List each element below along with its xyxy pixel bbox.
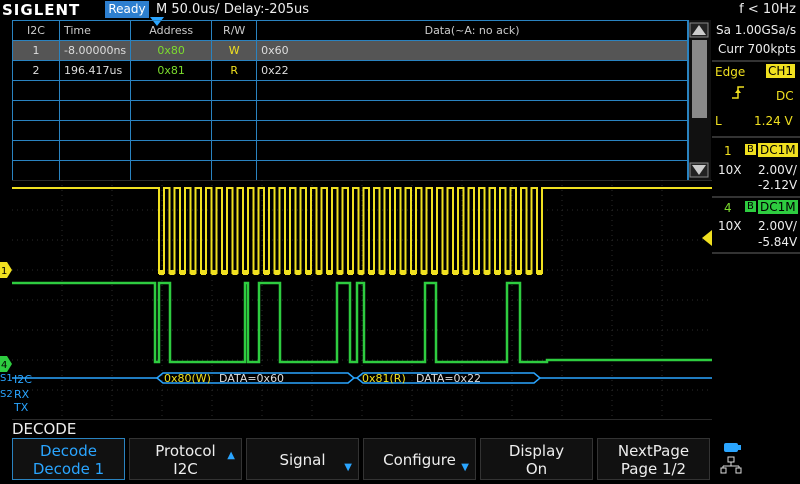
chevron-down-icon: ▼	[344, 462, 352, 473]
ch1-bw-limit-badge: B	[745, 144, 756, 155]
softkey-line1: Display	[508, 442, 565, 460]
column-header-data: Data(~A: no ack)	[256, 20, 688, 41]
scroll-down-icon[interactable]	[689, 162, 709, 178]
ch4-coupling-badge[interactable]: DC1M	[758, 200, 798, 214]
chevron-down-icon: ▼	[461, 462, 469, 473]
ch1-offset-readout: -2.12V	[758, 178, 798, 192]
decode-frame-1-address: 0x80(W)	[164, 372, 211, 385]
table-row	[12, 160, 688, 181]
softkey-line2: Page 1/2	[620, 460, 687, 478]
decode-frame-2-data: DATA=0x22	[416, 372, 481, 385]
ch4-bw-limit-badge: B	[745, 201, 756, 212]
display-softkey[interactable]: Display On	[480, 438, 593, 480]
softkey-line2: I2C	[173, 460, 198, 478]
ch1-vdiv-readout: 2.00V/	[758, 163, 797, 177]
ch4-offset-readout: -5.84V	[758, 235, 798, 249]
decode-frame-1-data: DATA=0x60	[219, 372, 284, 385]
svg-text:1: 1	[1, 266, 7, 277]
table-scrollbar[interactable]	[688, 20, 711, 180]
system-status-icons	[718, 440, 798, 480]
softkey-line1: NextPage	[617, 442, 690, 460]
table-row[interactable]: 2 196.417us 0x81 R 0x22	[12, 60, 688, 81]
network-icon	[720, 456, 742, 474]
chevron-up-icon: ▲	[227, 450, 235, 461]
trigger-coupling-readout: DC	[776, 89, 794, 103]
row-address: 0x81	[130, 60, 213, 81]
table-header-row: I2C Time Address R/W Data(~A: no ack)	[12, 20, 688, 41]
trigger-level-readout: 1.24 V	[754, 114, 793, 128]
svg-text:4: 4	[1, 360, 7, 371]
ch4-probe-readout: 10X	[718, 219, 742, 233]
next-page-softkey[interactable]: NextPage Page 1/2	[597, 438, 710, 480]
configure-softkey[interactable]: Configure ▼	[363, 438, 476, 480]
softkey-line1: Configure	[383, 451, 456, 469]
ch1-probe-readout: 10X	[718, 163, 742, 177]
row-time: 196.417us	[58, 60, 132, 81]
decode-frame-2-address: 0x81(R)	[362, 372, 406, 385]
ch1-coupling-badge[interactable]: DC1M	[758, 143, 798, 157]
decode-list-table: I2C Time Address R/W Data(~A: no ack) 1 …	[12, 20, 688, 181]
ch1-offset-marker-icon[interactable]: 1	[0, 262, 12, 278]
ch1-number: 1	[724, 144, 732, 158]
waveform-display[interactable]: 0x80(W) DATA=0x60 0x81(R) DATA=0x22 I2C …	[12, 180, 712, 420]
column-header-time: Time	[58, 20, 132, 41]
bus2-rx-label: RX	[14, 388, 30, 401]
top-status-bar: SIGLENT Ready M 50.0us/ Delay:-205us f <…	[0, 0, 800, 26]
softkey-line1: Signal	[279, 451, 326, 469]
table-row	[12, 140, 688, 161]
ch4-offset-marker-icon[interactable]: 4	[0, 356, 12, 372]
trigger-type-label[interactable]: Edge	[715, 65, 745, 79]
ch4-vdiv-readout: 2.00V/	[758, 219, 797, 233]
decode-softkey[interactable]: Decode Decode 1	[12, 438, 125, 480]
row-data: 0x22	[256, 60, 688, 81]
table-row[interactable]: 1 -8.00000ns 0x80 W 0x60	[12, 40, 688, 61]
bus1-marker: S1	[0, 373, 13, 384]
bus2-tx-label: TX	[13, 401, 29, 414]
row-data: 0x60	[256, 40, 688, 61]
scroll-up-icon[interactable]	[689, 22, 709, 38]
timebase-readout: M 50.0us/ Delay:-205us	[156, 2, 310, 17]
trigger-level-label: L	[715, 114, 722, 128]
softkey-line1: Protocol	[155, 442, 216, 460]
row-index: 2	[12, 60, 60, 81]
bus2-marker: S2	[0, 389, 13, 400]
softkey-line1: Decode	[40, 442, 97, 460]
brand-logo: SIGLENT	[2, 1, 81, 19]
ch4-number: 4	[724, 201, 732, 215]
column-header-address: Address	[130, 20, 213, 41]
row-index: 1	[12, 40, 60, 61]
table-row	[12, 80, 688, 101]
column-header-i2c: I2C	[12, 20, 60, 41]
row-time: -8.00000ns	[58, 40, 132, 61]
trigger-source-badge[interactable]: CH1	[766, 64, 796, 78]
sample-rate-readout: Sa 1.00GSa/s	[716, 23, 797, 37]
menu-title: DECODE	[12, 420, 77, 438]
memory-depth-readout: Curr 700kpts	[718, 42, 796, 56]
table-row	[12, 100, 688, 121]
right-info-panel: Sa 1.00GSa/s Curr 700kpts Edge CH1 DC L …	[712, 20, 800, 420]
acquisition-status-badge: Ready	[105, 1, 149, 18]
protocol-softkey[interactable]: Protocol I2C ▲	[129, 438, 242, 480]
usb-icon	[724, 443, 741, 452]
column-header-rw: R/W	[211, 20, 258, 41]
signal-softkey[interactable]: Signal ▼	[246, 438, 359, 480]
softkey-line2: Decode 1	[32, 460, 105, 478]
table-row	[12, 120, 688, 141]
row-address: 0x80	[130, 40, 213, 61]
scrollbar-thumb[interactable]	[692, 40, 707, 118]
trigger-frequency-readout: f < 10Hz	[739, 2, 796, 17]
row-rw: W	[211, 40, 258, 61]
rising-edge-icon	[732, 86, 744, 99]
bus1-label: I2C	[14, 373, 32, 386]
row-rw: R	[211, 60, 258, 81]
softkey-line2: On	[525, 460, 548, 478]
trigger-level-marker-icon[interactable]	[702, 230, 712, 246]
